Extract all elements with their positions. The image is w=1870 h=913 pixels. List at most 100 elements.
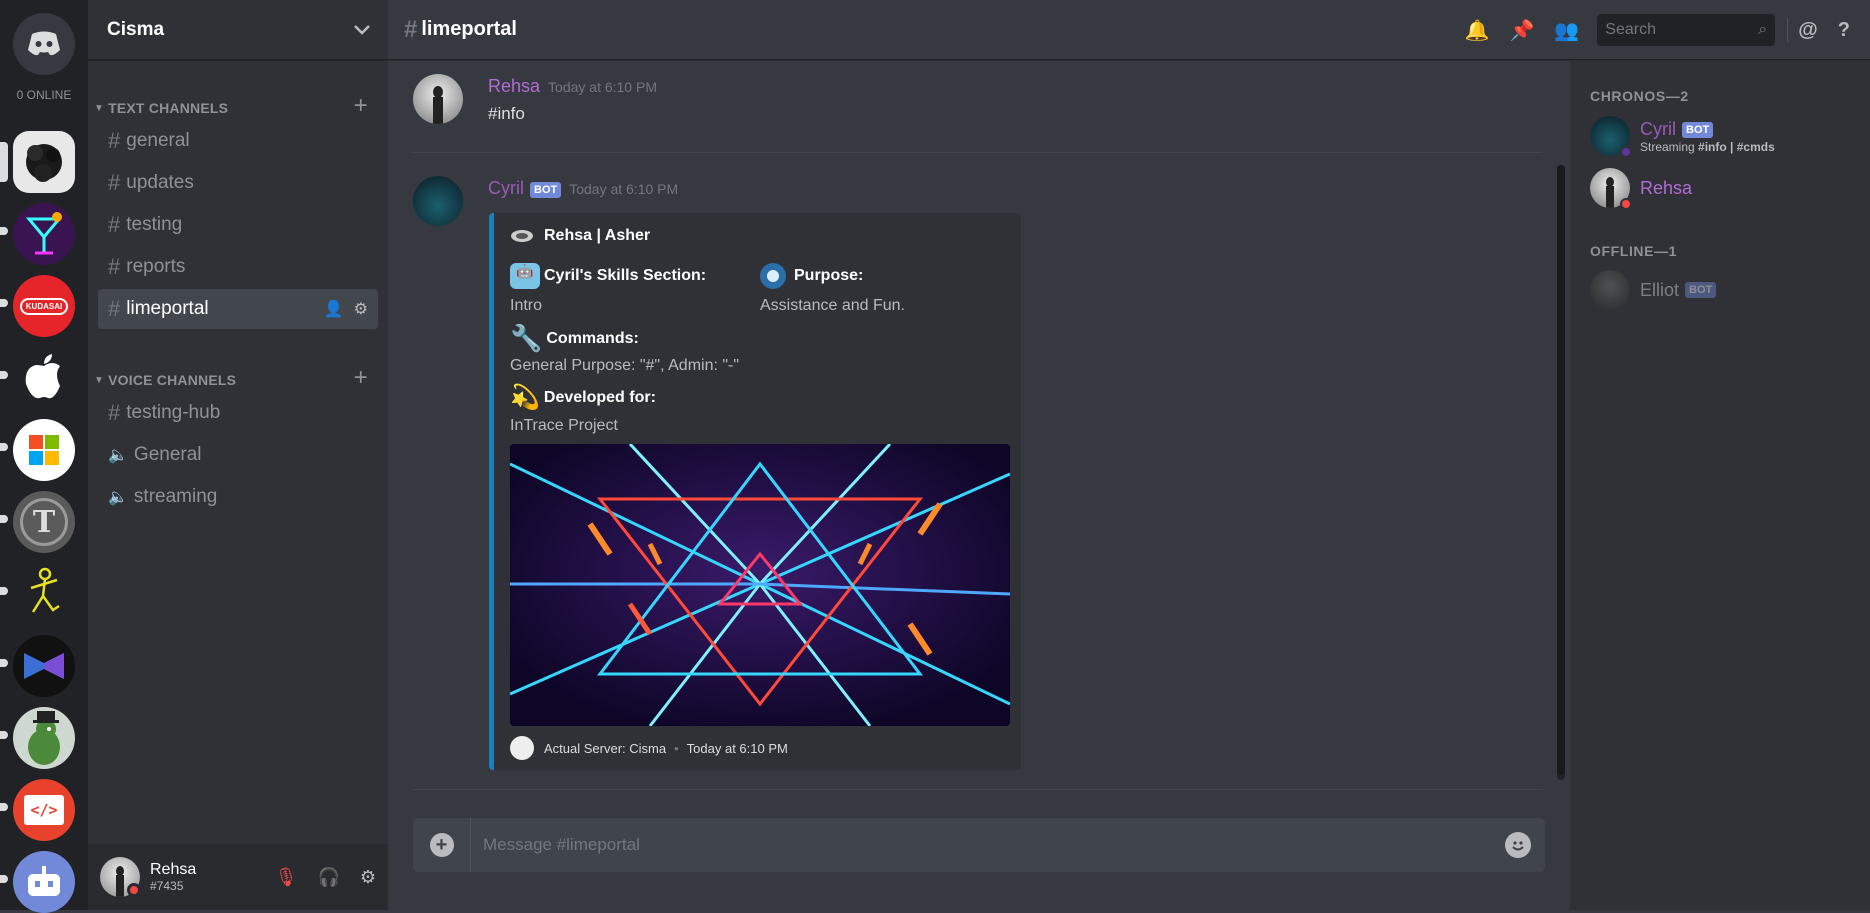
server-icon-bot[interactable]: [13, 851, 75, 913]
member-list: CHRONOS—2 Cyril BOT Streaming #info | #cm…: [1570, 61, 1870, 910]
embed-field-name: 🔧 Commands:: [510, 323, 639, 354]
server-icon-kudasai[interactable]: KUDASAI: [13, 275, 75, 337]
channel-testing-hub[interactable]: # testing-hub: [98, 393, 378, 433]
embed-field-name: 🤖 Cyril's Skills Section:: [510, 263, 706, 289]
avatar: [1590, 270, 1630, 310]
voice-channel-streaming[interactable]: 🔈 streaming: [98, 477, 378, 517]
unread-pip: [0, 875, 8, 883]
stick-figure-icon: [30, 567, 60, 613]
members-icon[interactable]: 👥: [1554, 18, 1579, 43]
unread-pip: [0, 803, 8, 811]
divider: [1787, 18, 1789, 42]
member-name: Elliot: [1640, 279, 1680, 300]
embed-image[interactable]: [510, 444, 1010, 726]
server-icon-dancer[interactable]: [13, 563, 75, 625]
mentions-icon[interactable]: @: [1798, 19, 1818, 42]
message-timestamp: Today at 6:10 PM: [548, 79, 657, 95]
cocktail-icon: [25, 212, 63, 255]
pin-icon[interactable]: 📌: [1509, 18, 1534, 43]
plus-circle-icon: +: [429, 833, 454, 857]
avatar[interactable]: [413, 74, 463, 124]
embed-field-value: Assistance and Fun.: [760, 297, 905, 314]
online-count: 0 ONLINE: [16, 88, 72, 102]
category-voice-channels[interactable]: ▼ VOICE CHANNELS +: [88, 364, 388, 392]
member-category-online: CHRONOS—2: [1590, 88, 1689, 104]
chevron-down-icon: ▼: [94, 102, 105, 114]
message-scrollbar[interactable]: [1557, 165, 1565, 780]
channel-testing[interactable]: # testing: [98, 205, 378, 245]
category-text-channels[interactable]: ▼ TEXT CHANNELS +: [88, 92, 388, 120]
chevron-down-icon: ▼: [94, 374, 105, 386]
neon-tunnel-image: [510, 444, 1010, 726]
embed-footer-text: Actual Server: Cisma: [544, 740, 667, 756]
channel-name: General: [133, 444, 202, 465]
headphones-icon[interactable]: 🎧: [317, 867, 339, 888]
smiley-icon: [1512, 841, 1524, 851]
channel-updates[interactable]: # updates: [98, 163, 378, 203]
help-icon[interactable]: ?: [1838, 19, 1850, 42]
unread-pip: [0, 731, 8, 739]
mute-microphone-icon[interactable]: 🎙: [275, 867, 298, 888]
member-category-offline: OFFLINE—1: [1590, 243, 1678, 259]
embed-footer-timestamp: Today at 6:10 PM: [686, 740, 788, 756]
member-name: Rehsa: [1640, 177, 1693, 198]
member-cyril[interactable]: Cyril BOT Streaming #info | #cmds: [1590, 116, 1775, 158]
channel-general[interactable]: # general: [98, 121, 378, 161]
server-icon-cocktail[interactable]: [13, 203, 75, 265]
discord-home-button[interactable]: [13, 13, 75, 75]
radio-button-icon: [760, 263, 786, 289]
gear-icon[interactable]: ⚙: [360, 867, 376, 888]
unread-pip: [0, 587, 8, 595]
unread-pip: [0, 443, 8, 451]
message-author[interactable]: Cyril: [488, 178, 524, 198]
message-input[interactable]: Message #limeportal: [483, 835, 1505, 855]
dizzy-star-icon: 💫: [510, 384, 540, 411]
embed-field-value: General Purpose: "#", Admin: "-": [510, 357, 740, 374]
search-input[interactable]: Search ⌕: [1597, 14, 1776, 46]
add-channel-icon[interactable]: +: [354, 364, 368, 392]
voice-channel-general[interactable]: 🔈 General: [98, 435, 378, 475]
member-rehsa[interactable]: Rehsa: [1590, 168, 1693, 210]
server-icon-microsoft[interactable]: [13, 419, 75, 481]
channel-limeportal[interactable]: # limeportal 👤 ⚙: [98, 289, 378, 329]
dnd-status-icon: [127, 883, 141, 897]
upload-button[interactable]: +: [413, 818, 471, 872]
invite-user-icon[interactable]: 👤: [324, 299, 344, 319]
guild-header[interactable]: Cisma: [88, 0, 388, 60]
add-channel-icon[interactable]: +: [354, 92, 368, 120]
author-avatar-icon: [511, 230, 533, 242]
chevron-down-icon[interactable]: [354, 24, 370, 35]
channel-title: # limeportal: [404, 16, 517, 44]
dnd-status-icon: [1620, 198, 1632, 210]
message-author[interactable]: Rehsa: [488, 76, 540, 96]
member-elliot[interactable]: Elliot BOT: [1590, 270, 1717, 310]
field-name: Purpose:: [794, 267, 864, 284]
embed-field-name: 💫 Developed for:: [510, 383, 656, 412]
speaker-icon: 🔈: [108, 489, 128, 506]
channel-header: # limeportal 🔔 📌 👥 Search ⌕ @ ?: [388, 0, 1870, 60]
speaker-icon: 🔈: [108, 447, 128, 464]
embed-footer: Actual Server: Cisma • Today at 6:10 PM: [510, 736, 788, 760]
rich-embed: Rehsa | Asher 🤖 Cyril's Skills Section: …: [489, 213, 1021, 770]
embed-author-name: Rehsa | Asher: [544, 227, 651, 244]
bell-icon[interactable]: 🔔: [1465, 18, 1490, 43]
server-icon-dino[interactable]: [13, 707, 75, 769]
channel-reports[interactable]: # reports: [98, 247, 378, 287]
kudasai-logo-icon: KUDASAI: [19, 297, 69, 315]
gear-icon[interactable]: ⚙: [354, 299, 368, 319]
server-icon-cisma[interactable]: [13, 131, 75, 193]
scrollbar-thumb[interactable]: [1557, 165, 1565, 775]
avatar[interactable]: [413, 176, 463, 226]
channel-name: reports: [126, 256, 186, 277]
hash-icon: #: [108, 212, 121, 237]
user-panel: Rehsa #7435 🎙 🎧 ⚙: [88, 844, 388, 910]
streaming-status-icon: [1620, 146, 1632, 158]
field-name: Cyril's Skills Section:: [544, 267, 707, 284]
server-icon-development[interactable]: [13, 635, 75, 697]
server-icon-t[interactable]: T: [13, 491, 75, 553]
unread-pip: [0, 299, 8, 307]
server-icon-apple[interactable]: [13, 347, 75, 409]
emoji-picker-icon[interactable]: [1505, 832, 1531, 858]
server-icon-code[interactable]: </>: [13, 779, 75, 841]
embed-author: Rehsa | Asher: [510, 227, 650, 245]
